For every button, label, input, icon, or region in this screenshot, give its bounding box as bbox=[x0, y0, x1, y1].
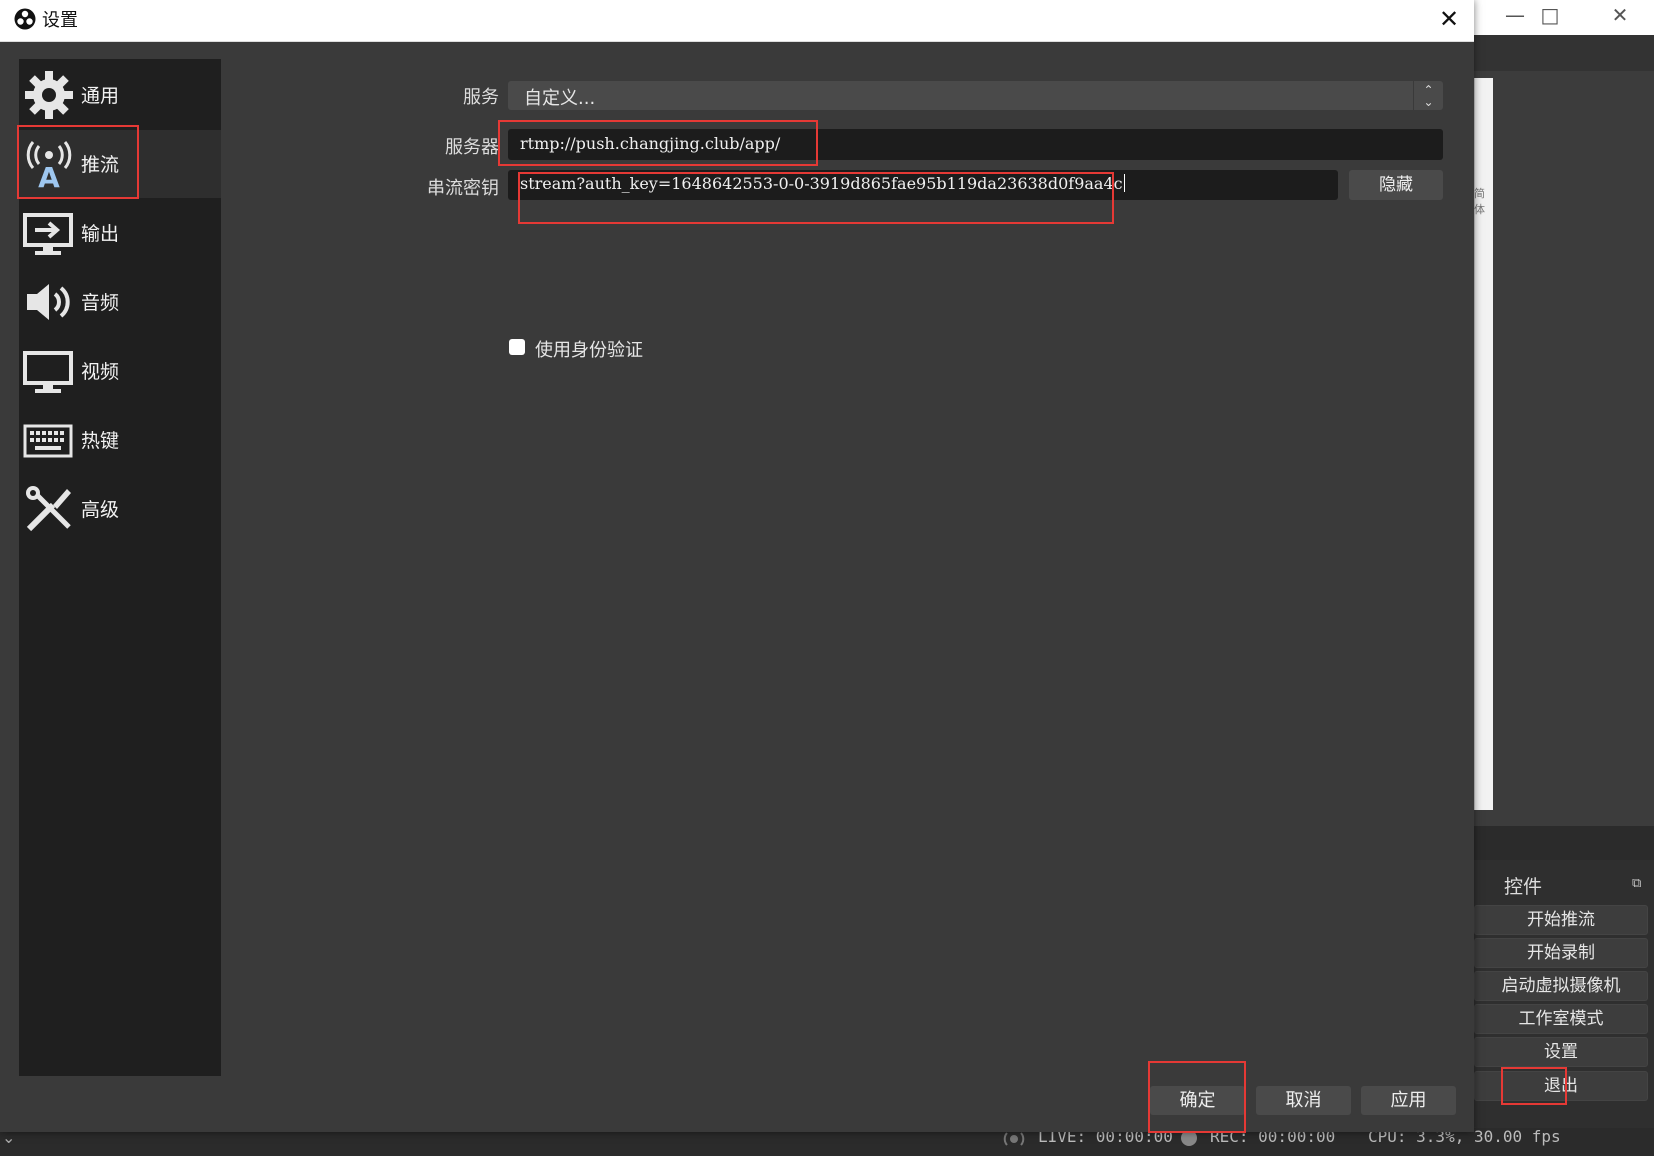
sidebar-item-output[interactable]: 输出 bbox=[19, 199, 221, 267]
controls-dock-title-text: 控件 bbox=[1504, 876, 1543, 898]
stream-key-input[interactable]: stream?auth_key=1648642553-0-0-3919d865f… bbox=[508, 170, 1338, 200]
main-menubar bbox=[1474, 35, 1654, 71]
use-auth-checkbox[interactable] bbox=[509, 339, 525, 355]
sidebar-item-general[interactable]: 通用 bbox=[19, 61, 221, 129]
dialog-close-button[interactable]: ✕ bbox=[1431, 4, 1467, 36]
sidebar-item-label: 通用 bbox=[81, 85, 120, 107]
obs-logo-icon bbox=[14, 8, 36, 30]
server-url-value: rtmp://push.changjing.club/app/ bbox=[520, 134, 781, 153]
rec-dot-icon bbox=[1181, 1130, 1197, 1146]
service-select[interactable]: 自定义... ⌃ ⌄ bbox=[508, 81, 1443, 110]
preview-area bbox=[1474, 71, 1654, 826]
dialog-titlebar bbox=[0, 0, 1474, 42]
live-broadcast-icon bbox=[1000, 1130, 1028, 1148]
speaker-icon bbox=[23, 276, 75, 328]
cancel-button[interactable]: 取消 bbox=[1256, 1086, 1351, 1115]
sidebar-item-label: 视频 bbox=[81, 361, 120, 383]
sidebar-item-label: 音频 bbox=[81, 292, 120, 314]
sidebar-item-hotkeys[interactable]: 热键 bbox=[19, 406, 221, 474]
apply-button[interactable]: 应用 bbox=[1361, 1086, 1456, 1115]
settings-button[interactable]: 设置 bbox=[1474, 1037, 1648, 1067]
start-recording-button[interactable]: 开始录制 bbox=[1474, 938, 1648, 968]
server-url-input[interactable]: rtmp://push.changjing.club/app/ bbox=[508, 129, 1443, 160]
svg-text:A: A bbox=[38, 161, 60, 190]
updown-arrow-icon: ⌃ ⌄ bbox=[1413, 81, 1443, 110]
sidebar-item-label: 推流 bbox=[81, 154, 120, 176]
sidebar-item-label: 输出 bbox=[81, 223, 120, 245]
stream-key-value: stream?auth_key=1648642553-0-0-3919d865f… bbox=[520, 174, 1125, 193]
service-select-value: 自定义... bbox=[524, 88, 596, 109]
tools-icon bbox=[23, 483, 75, 535]
gear-icon bbox=[23, 69, 75, 121]
service-label: 服务 bbox=[463, 87, 499, 108]
text-caret bbox=[1123, 174, 1125, 192]
exit-button[interactable]: 退出 bbox=[1474, 1071, 1648, 1101]
stream-key-label: 串流密钥 bbox=[427, 178, 499, 199]
sidebar-item-video[interactable]: 视频 bbox=[19, 337, 221, 405]
stream-key-text: stream?auth_key=1648642553-0-0-3919d865f… bbox=[520, 174, 1123, 193]
use-auth-label[interactable]: 使用身份验证 bbox=[535, 336, 643, 362]
monitor-icon bbox=[23, 345, 75, 397]
dialog-title: 设置 bbox=[42, 10, 78, 31]
main-close-button[interactable]: ✕ bbox=[1585, 0, 1654, 35]
sidebar-item-advanced[interactable]: 高级 bbox=[19, 475, 221, 543]
start-streaming-button[interactable]: 开始推流 bbox=[1474, 905, 1648, 935]
main-maximize-button[interactable]: □ bbox=[1515, 0, 1585, 35]
hide-key-button[interactable]: 隐藏 bbox=[1349, 170, 1443, 200]
sidebar-item-label: 高级 bbox=[81, 499, 120, 521]
controls-dock-title: 控件 ⧉ bbox=[1474, 872, 1654, 900]
broadcast-antenna-icon: A bbox=[23, 138, 75, 194]
undock-icon[interactable]: ⧉ bbox=[1632, 876, 1641, 891]
sidebar-item-stream[interactable]: A 推流 bbox=[19, 130, 221, 198]
preview-hint-text: 简体 bbox=[1474, 187, 1485, 216]
sidebar-item-audio[interactable]: 音频 bbox=[19, 268, 221, 336]
start-virtual-camera-button[interactable]: 启动虚拟摄像机 bbox=[1474, 971, 1648, 1001]
output-monitor-icon bbox=[23, 207, 75, 259]
studio-mode-button[interactable]: 工作室模式 bbox=[1474, 1004, 1648, 1034]
server-label: 服务器 bbox=[445, 137, 499, 158]
sidebar-item-label: 热键 bbox=[81, 430, 120, 452]
keyboard-icon bbox=[23, 414, 75, 466]
ok-button[interactable]: 确定 bbox=[1150, 1086, 1245, 1115]
